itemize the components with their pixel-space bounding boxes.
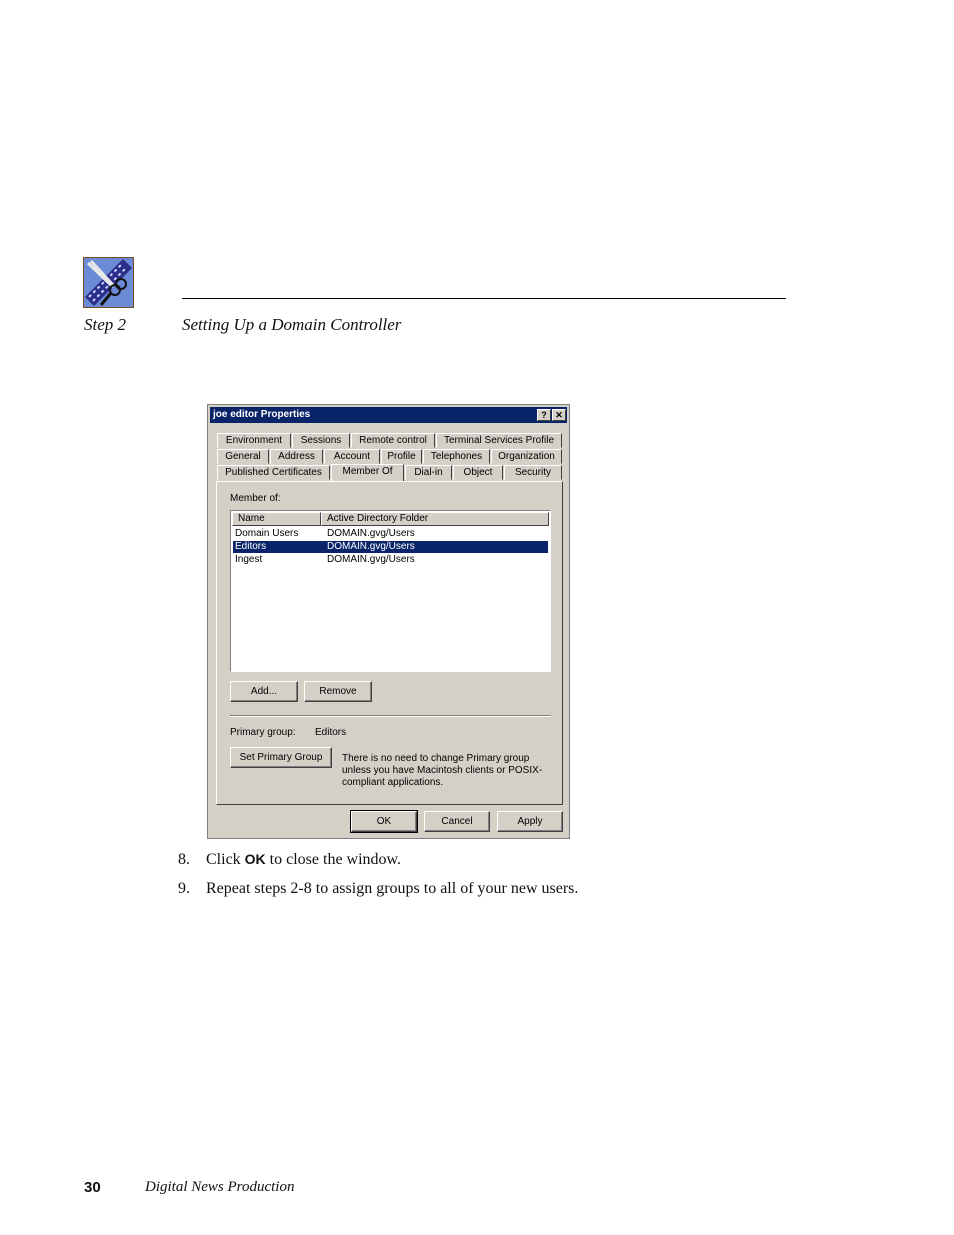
member-of-label: Member of: xyxy=(230,493,281,504)
tab-security[interactable]: Security xyxy=(504,465,562,480)
step-text: Repeat steps 2-8 to assign groups to all… xyxy=(206,880,579,897)
tab-account[interactable]: Account xyxy=(324,449,380,464)
tab-organization[interactable]: Organization xyxy=(491,449,562,464)
step-label: Step 2 xyxy=(84,315,127,334)
member-of-panel: Member of: Name Active Directory Folder … xyxy=(216,481,563,805)
group-folder: DOMAIN.gvg/Users xyxy=(327,528,415,539)
primary-group-label: Primary group: xyxy=(230,727,296,738)
tab-general[interactable]: General xyxy=(217,449,269,464)
step-number: 8. xyxy=(178,851,190,868)
add-button[interactable]: Add... xyxy=(230,681,298,702)
column-header-folder[interactable]: Active Directory Folder xyxy=(321,512,549,526)
window-title: joe editor Properties xyxy=(213,409,311,420)
tab-address[interactable]: Address xyxy=(270,449,323,464)
tab-object[interactable]: Object xyxy=(453,465,503,480)
tab-dial-in[interactable]: Dial-in xyxy=(405,465,452,480)
section-title: Setting Up a Domain Controller xyxy=(182,315,402,334)
step-text: Click xyxy=(206,851,245,868)
list-item[interactable]: Domain Users DOMAIN.gvg/Users xyxy=(233,528,548,540)
tab-environment[interactable]: Environment xyxy=(217,433,291,448)
group-name: Domain Users xyxy=(235,528,299,539)
tab-sessions[interactable]: Sessions xyxy=(292,433,350,448)
tab-member-of[interactable]: Member Of xyxy=(331,464,404,481)
step-8: 8. Click OK to close the window. xyxy=(178,851,401,869)
primary-group-value: Editors xyxy=(315,727,347,738)
close-icon: ✕ xyxy=(555,410,563,420)
close-button[interactable]: ✕ xyxy=(552,409,566,421)
remove-button[interactable]: Remove xyxy=(304,681,372,702)
tab-profile[interactable]: Profile xyxy=(381,449,422,464)
help-button[interactable]: ? xyxy=(537,409,551,421)
primary-group-note: There is no need to change Primary group… xyxy=(342,753,543,788)
divider xyxy=(230,715,551,717)
step-9: 9. Repeat steps 2-8 to assign groups to a… xyxy=(178,880,578,898)
step-text: to close the window. xyxy=(265,851,402,868)
step-number: 9. xyxy=(178,880,190,897)
group-name: Ingest xyxy=(235,554,263,565)
set-primary-group-button[interactable]: Set Primary Group xyxy=(230,747,332,768)
tab-remote-control[interactable]: Remote control xyxy=(351,433,435,448)
tab-terminal-services-profile[interactable]: Terminal Services Profile xyxy=(436,433,562,448)
book-title: Digital News Production xyxy=(145,1179,295,1195)
list-item[interactable]: Ingest DOMAIN.gvg/Users xyxy=(233,554,548,566)
cancel-button[interactable]: Cancel xyxy=(424,811,490,832)
header-rule xyxy=(182,298,786,299)
step-bold-text: OK xyxy=(244,851,266,867)
group-folder: DOMAIN.gvg/Users xyxy=(327,541,415,552)
tab-published-certificates[interactable]: Published Certificates xyxy=(217,465,330,480)
group-folder: DOMAIN.gvg/Users xyxy=(327,554,415,565)
apply-button[interactable]: Apply xyxy=(497,811,563,832)
properties-dialog: joe editor Properties ? ✕ Environment Se… xyxy=(207,404,570,839)
film-scissors-logo-icon xyxy=(83,257,134,308)
column-header-name[interactable]: Name xyxy=(232,512,321,526)
page-number: 30 xyxy=(84,1179,101,1196)
list-item-selected[interactable]: Editors DOMAIN.gvg/Users xyxy=(233,541,548,553)
tab-telephones[interactable]: Telephones xyxy=(423,449,490,464)
title-bar[interactable]: joe editor Properties ? ✕ xyxy=(210,407,567,423)
groups-list[interactable]: Name Active Directory Folder Domain User… xyxy=(230,510,551,672)
ok-button[interactable]: OK xyxy=(350,810,418,833)
group-name: Editors xyxy=(235,541,267,552)
